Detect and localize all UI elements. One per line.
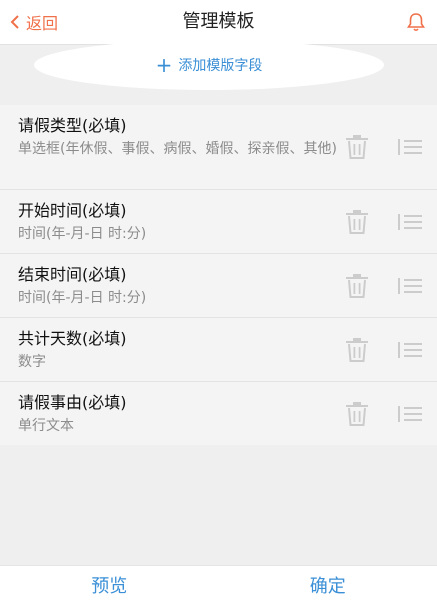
field-type: 时间(年-月-日 时:分) <box>18 226 147 242</box>
drag-handle-icon[interactable] <box>397 404 423 424</box>
field-name: 结束时间(必填) <box>18 265 127 284</box>
field-name: 请假事由(必填) <box>18 393 127 412</box>
drag-handle-icon[interactable] <box>397 276 423 296</box>
field-name: 开始时间(必填) <box>18 201 127 220</box>
top-bar: 返回 管理模板 <box>0 0 437 45</box>
field-name: 请假类型(必填) <box>18 116 127 135</box>
list-item[interactable]: 结束时间(必填) 时间(年-月-日 时:分) <box>0 254 437 318</box>
field-list: 请假类型(必填) 单选框(年休假、事假、病假、婚假、探亲假、其他) 开始时间(必… <box>0 105 437 445</box>
drag-handle-icon[interactable] <box>397 340 423 360</box>
back-label: 返回 <box>26 14 59 33</box>
chevron-left-icon <box>10 15 19 29</box>
trash-icon[interactable] <box>344 402 370 426</box>
trash-icon[interactable] <box>344 210 370 234</box>
field-type: 单行文本 <box>18 418 74 434</box>
list-item[interactable]: 共计天数(必填) 数字 <box>0 318 437 382</box>
preview-button[interactable]: 预览 <box>0 566 219 608</box>
trash-icon[interactable] <box>344 135 370 159</box>
drag-handle-icon[interactable] <box>397 137 423 157</box>
plus-icon: + <box>155 53 173 77</box>
confirm-button[interactable]: 确定 <box>219 566 437 608</box>
drag-handle-icon[interactable] <box>397 212 423 232</box>
field-type: 单选框(年休假、事假、病假、婚假、探亲假、其他) <box>18 141 337 157</box>
trash-icon[interactable] <box>344 274 370 298</box>
list-item[interactable]: 开始时间(必填) 时间(年-月-日 时:分) <box>0 190 437 254</box>
trash-icon[interactable] <box>344 338 370 362</box>
field-type: 时间(年-月-日 时:分) <box>18 290 147 306</box>
bottom-action-bar: 预览 确定 <box>0 565 437 608</box>
back-button[interactable]: 返回 <box>10 0 58 44</box>
field-type: 数字 <box>18 354 46 370</box>
bell-icon[interactable] <box>405 11 427 33</box>
add-template-field-label: 添加模版字段 <box>178 58 263 74</box>
page-title: 管理模板 <box>182 11 255 32</box>
add-template-field-button[interactable]: + 添加模版字段 <box>34 40 384 90</box>
field-name: 共计天数(必填) <box>18 329 127 348</box>
list-item[interactable]: 请假类型(必填) 单选框(年休假、事假、病假、婚假、探亲假、其他) <box>0 105 437 190</box>
list-item[interactable]: 请假事由(必填) 单行文本 <box>0 382 437 445</box>
